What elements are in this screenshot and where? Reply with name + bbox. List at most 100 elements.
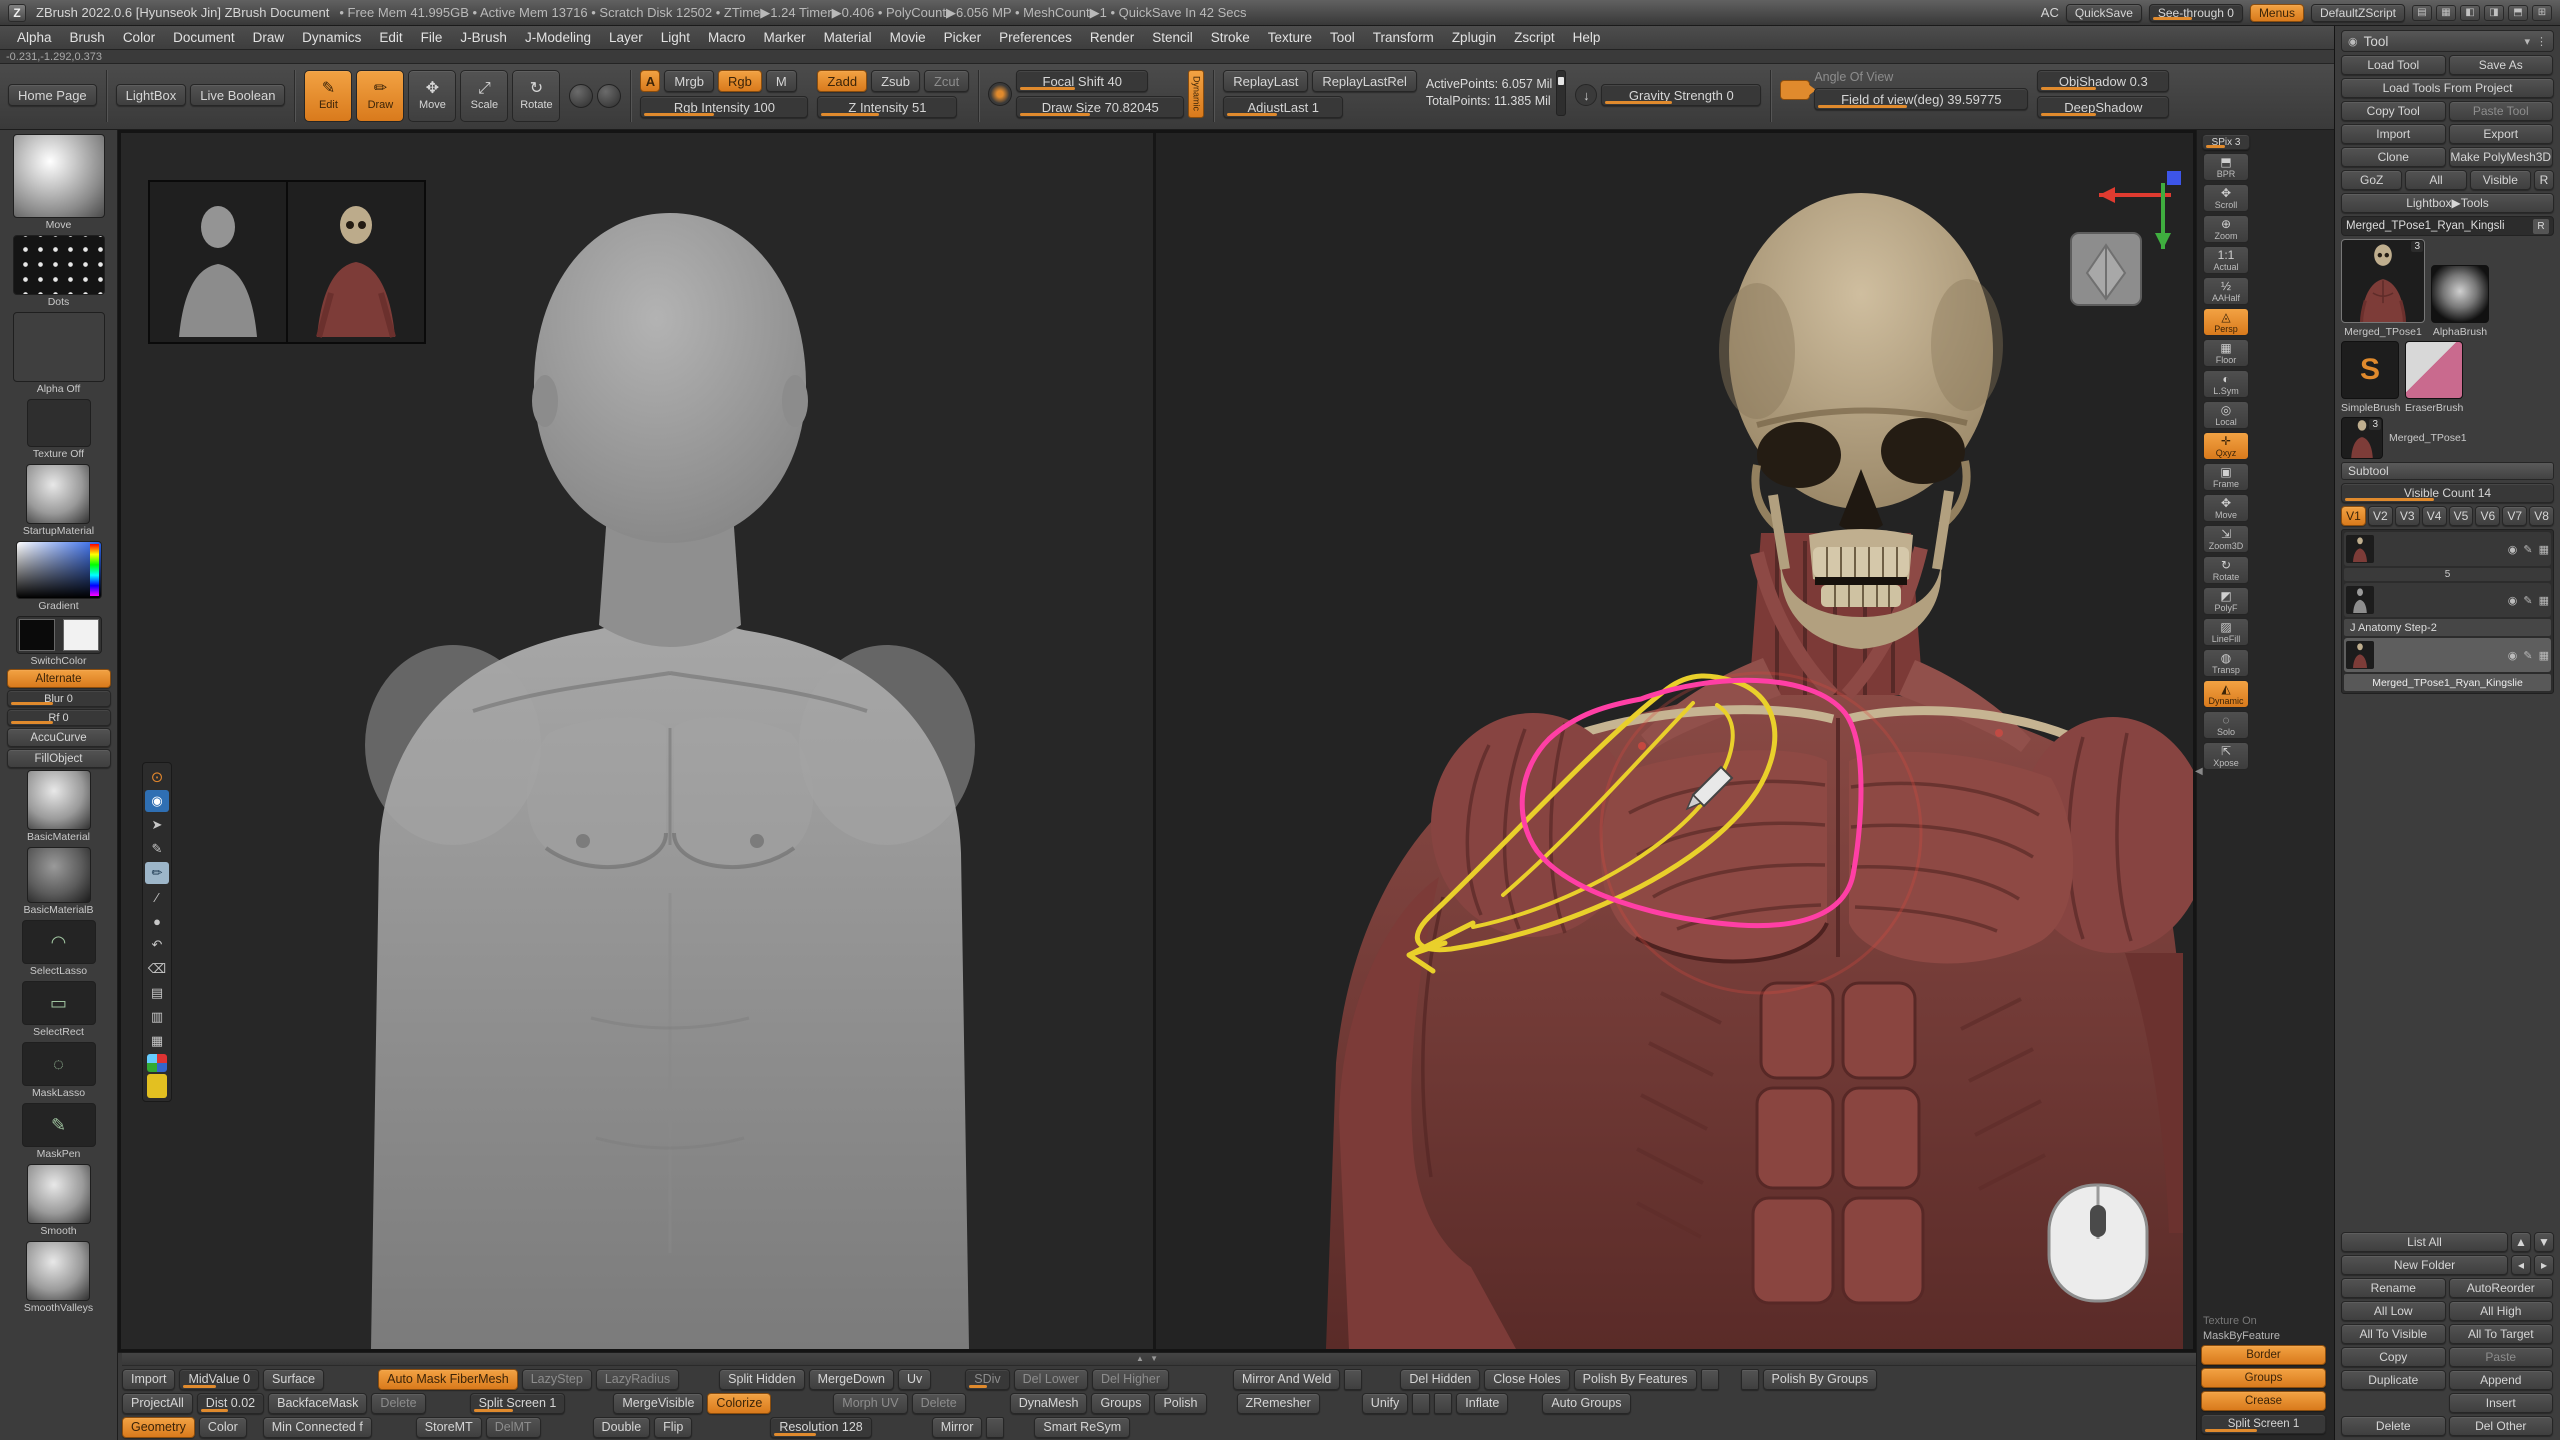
divider-handle[interactable]: ▲ ▼ <box>1136 1354 1160 1363</box>
zadd-button[interactable]: Zadd <box>817 70 867 92</box>
tray-thumbnail[interactable] <box>13 134 105 218</box>
uv-icon[interactable]: ▦ <box>2539 543 2549 556</box>
mini-panel-button[interactable]: Groups <box>2201 1368 2326 1388</box>
bottom-button[interactable]: Flip <box>654 1417 692 1438</box>
bottom-button[interactable]: Dist 0.02 <box>197 1393 264 1414</box>
tool-button[interactable]: Import <box>2341 124 2446 144</box>
obj-shadow-slider[interactable]: ObjShadow 0.3 <box>2037 70 2169 92</box>
shelf-button[interactable]: ⇱Xpose <box>2203 742 2249 770</box>
alternate-button[interactable]: Alternate <box>7 669 111 688</box>
bottom-button[interactable]: Mirror And Weld <box>1233 1369 1340 1390</box>
menu-item[interactable]: Macro <box>699 26 755 49</box>
visibility-icon[interactable]: ◉ <box>2508 543 2518 556</box>
shelf-button[interactable]: ◐L.Sym <box>2203 370 2249 398</box>
shelf-button[interactable]: 1:1Actual <box>2203 246 2249 274</box>
replay-last-rel-button[interactable]: ReplayLastRel <box>1312 70 1417 92</box>
bottom-button[interactable]: Import <box>122 1369 175 1390</box>
mode-button[interactable]: ⤢Scale <box>460 70 508 122</box>
tool-button[interactable]: Clone <box>2341 147 2446 167</box>
window-icon[interactable]: ⊞ <box>2532 5 2552 21</box>
subtool-action-button[interactable]: AutoReorder <box>2449 1278 2554 1298</box>
clipboard-icon[interactable]: ▥ <box>145 1006 169 1028</box>
menu-item[interactable]: Brush <box>61 26 114 49</box>
menu-item[interactable]: Light <box>652 26 699 49</box>
bottom-button[interactable] <box>1701 1369 1719 1390</box>
goz-visible-button[interactable]: Visible <box>2470 170 2531 190</box>
menu-item[interactable]: Zplugin <box>1443 26 1505 49</box>
tray-thumbnail[interactable] <box>13 235 105 295</box>
accucurve-button[interactable]: AccuCurve <box>7 728 111 747</box>
mode-button[interactable]: ↻Rotate <box>512 70 560 122</box>
replay-last-button[interactable]: ReplayLast <box>1223 70 1308 92</box>
bottom-button[interactable]: Close Holes <box>1484 1369 1569 1390</box>
subtool-action-button[interactable]: All To Target <box>2449 1324 2554 1344</box>
pin-icon[interactable]: ⊙ <box>145 766 169 788</box>
deep-shadow-slider[interactable]: DeepShadow <box>2037 96 2169 118</box>
uv-icon[interactable]: ▦ <box>2539 594 2549 607</box>
tool-button[interactable]: Copy Tool <box>2341 101 2446 121</box>
subtool-section-header[interactable]: Subtool <box>2341 462 2554 480</box>
see-through-slider[interactable]: See-through 0 <box>2149 4 2243 22</box>
bottom-button[interactable] <box>1434 1393 1452 1414</box>
paint-icon[interactable]: ✎ <box>2523 649 2532 662</box>
pencil-icon[interactable]: ✏ <box>145 862 169 884</box>
subtool-up-button[interactable]: ▲ <box>2511 1232 2531 1252</box>
bottom-button[interactable]: Uv <box>898 1369 931 1390</box>
shelf-button[interactable]: ⬒BPR <box>2203 153 2249 181</box>
tool-r-badge[interactable]: R <box>2533 219 2549 234</box>
subtool-action-button[interactable]: Paste <box>2449 1347 2554 1367</box>
z-intensity-slider[interactable]: Z Intensity 51 <box>817 96 957 118</box>
camera-head-gizmo[interactable] <box>2071 233 2141 305</box>
bottom-button[interactable]: MidValue 0 <box>179 1369 259 1390</box>
bottom-button[interactable]: ZRemesher <box>1237 1393 1320 1414</box>
shelf-button[interactable]: ◍Transp <box>2203 649 2249 677</box>
menu-item[interactable]: File <box>412 26 452 49</box>
folder-right-button[interactable]: ▸ <box>2534 1255 2554 1275</box>
tool-palette-header[interactable]: ◉ Tool ▾ ⋮ <box>2341 30 2554 52</box>
subtool-tab[interactable]: V3 <box>2395 506 2420 526</box>
shelf-button[interactable]: ◩PolyF <box>2203 587 2249 615</box>
bottom-button[interactable]: Surface <box>263 1369 324 1390</box>
focal-shift-slider[interactable]: Focal Shift 40 <box>1016 70 1148 92</box>
image-icon[interactable]: ▦ <box>145 1030 169 1052</box>
shelf-button[interactable]: ◭Dynamic <box>2203 680 2249 708</box>
dynamic-draw-size-toggle[interactable]: Dynamic <box>1188 70 1204 118</box>
menu-item[interactable]: Render <box>1081 26 1143 49</box>
menu-item[interactable]: Color <box>114 26 164 49</box>
subtool-action-button[interactable]: Delete <box>2341 1416 2446 1436</box>
tool-button[interactable]: Save As <box>2449 55 2554 75</box>
blur-slider[interactable]: Blur 0 <box>7 690 111 707</box>
eraserbrush-thumbnail[interactable] <box>2405 341 2463 399</box>
dock-top-icon[interactable]: ⬒ <box>2508 5 2528 21</box>
tool-button[interactable]: Load Tool <box>2341 55 2446 75</box>
menu-item[interactable]: Layer <box>600 26 652 49</box>
default-zscript-button[interactable]: DefaultZScript <box>2311 4 2405 22</box>
bottom-button[interactable]: Auto Mask FiberMesh <box>378 1369 518 1390</box>
bottom-button[interactable]: DynaMesh <box>1010 1393 1088 1414</box>
tray-thumbnail[interactable]: ✎ <box>22 1103 96 1147</box>
tool-button[interactable]: Make PolyMesh3D <box>2449 147 2554 167</box>
lightbox-button[interactable]: LightBox <box>116 84 187 106</box>
bottom-button[interactable]: Split Screen 1 <box>470 1393 566 1414</box>
subtool-action-button[interactable]: Insert <box>2449 1393 2554 1413</box>
goz-button[interactable]: GoZ <box>2341 170 2402 190</box>
tray-thumbnail[interactable]: ◌ <box>22 1042 96 1086</box>
subtool-action-button[interactable]: Duplicate <box>2341 1370 2446 1390</box>
bottom-button[interactable]: Double <box>593 1417 651 1438</box>
shelf-button[interactable]: ▣Frame <box>2203 463 2249 491</box>
simplebrush-thumbnail[interactable]: S <box>2341 341 2399 399</box>
undo-icon[interactable]: ↶ <box>145 934 169 956</box>
bottom-button[interactable] <box>1344 1369 1362 1390</box>
bottom-button[interactable]: Smart ReSym <box>1034 1417 1130 1438</box>
menu-item[interactable]: Dynamics <box>293 26 370 49</box>
bottom-button[interactable] <box>1412 1393 1430 1414</box>
history-thumbnail-anatomy[interactable] <box>287 181 425 343</box>
bottom-button[interactable]: LazyStep <box>522 1369 592 1390</box>
subtool-tab[interactable]: V8 <box>2529 506 2554 526</box>
collapse-icon[interactable]: ▾ <box>2524 35 2530 48</box>
layout-icon[interactable]: ▤ <box>2412 5 2432 21</box>
subtool-folder[interactable]: J Anatomy Step-2 <box>2344 619 2551 636</box>
zsub-button[interactable]: Zsub <box>871 70 920 92</box>
bottom-button[interactable]: Morph UV <box>833 1393 907 1414</box>
color-grid-icon[interactable] <box>147 1054 167 1072</box>
